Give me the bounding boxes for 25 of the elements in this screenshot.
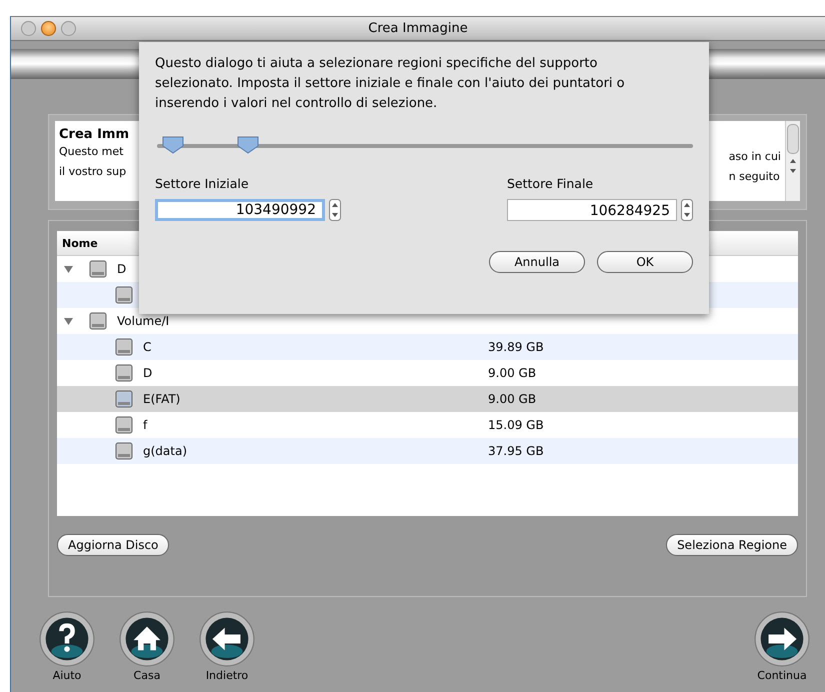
table-cell-text: C <box>143 340 152 354</box>
info-title: Crea Imm <box>59 127 129 142</box>
table-cell: 39.89 GB <box>488 340 544 354</box>
toolbar-label: Indietro <box>206 669 248 682</box>
table-cell-text: g(data) <box>143 444 188 458</box>
table-cell-text: D <box>117 262 128 276</box>
field-label: Settore Finale <box>507 176 594 191</box>
toolbar-label: Aiuto <box>52 669 82 682</box>
toolbar-label: Casa <box>134 669 160 682</box>
info-text: aso in cui <box>728 149 781 165</box>
toolbar-label: Continua <box>757 669 807 682</box>
table-cell-text: f <box>143 418 148 432</box>
info-text: n seguito <box>728 169 780 185</box>
table-cell: 37.95 GB <box>488 444 544 458</box>
table-cell: 9.00 GB <box>488 366 536 380</box>
table-cell-text: Volume/I <box>117 314 170 328</box>
table-cell: 15.09 GB <box>488 418 544 432</box>
window-title: Crea Immagine <box>368 21 468 36</box>
table-cell: 9.00 GB <box>488 392 536 406</box>
field-label: Settore Iniziale <box>155 176 250 191</box>
info-text: il vostro sup <box>59 164 126 180</box>
info-text: Questo met <box>59 144 124 160</box>
table-cell-text: E(FAT) <box>143 392 182 406</box>
dialog-message: Questo dialogo ti aiuta a selezionare regioni specifiche del supporto selezionato. Imposta il settore iniziale e finale con l'aiuto dei puntatori o inserendo i valori nel controllo di selezione. <box>155 55 626 113</box>
table-cell-text: D <box>143 366 154 380</box>
